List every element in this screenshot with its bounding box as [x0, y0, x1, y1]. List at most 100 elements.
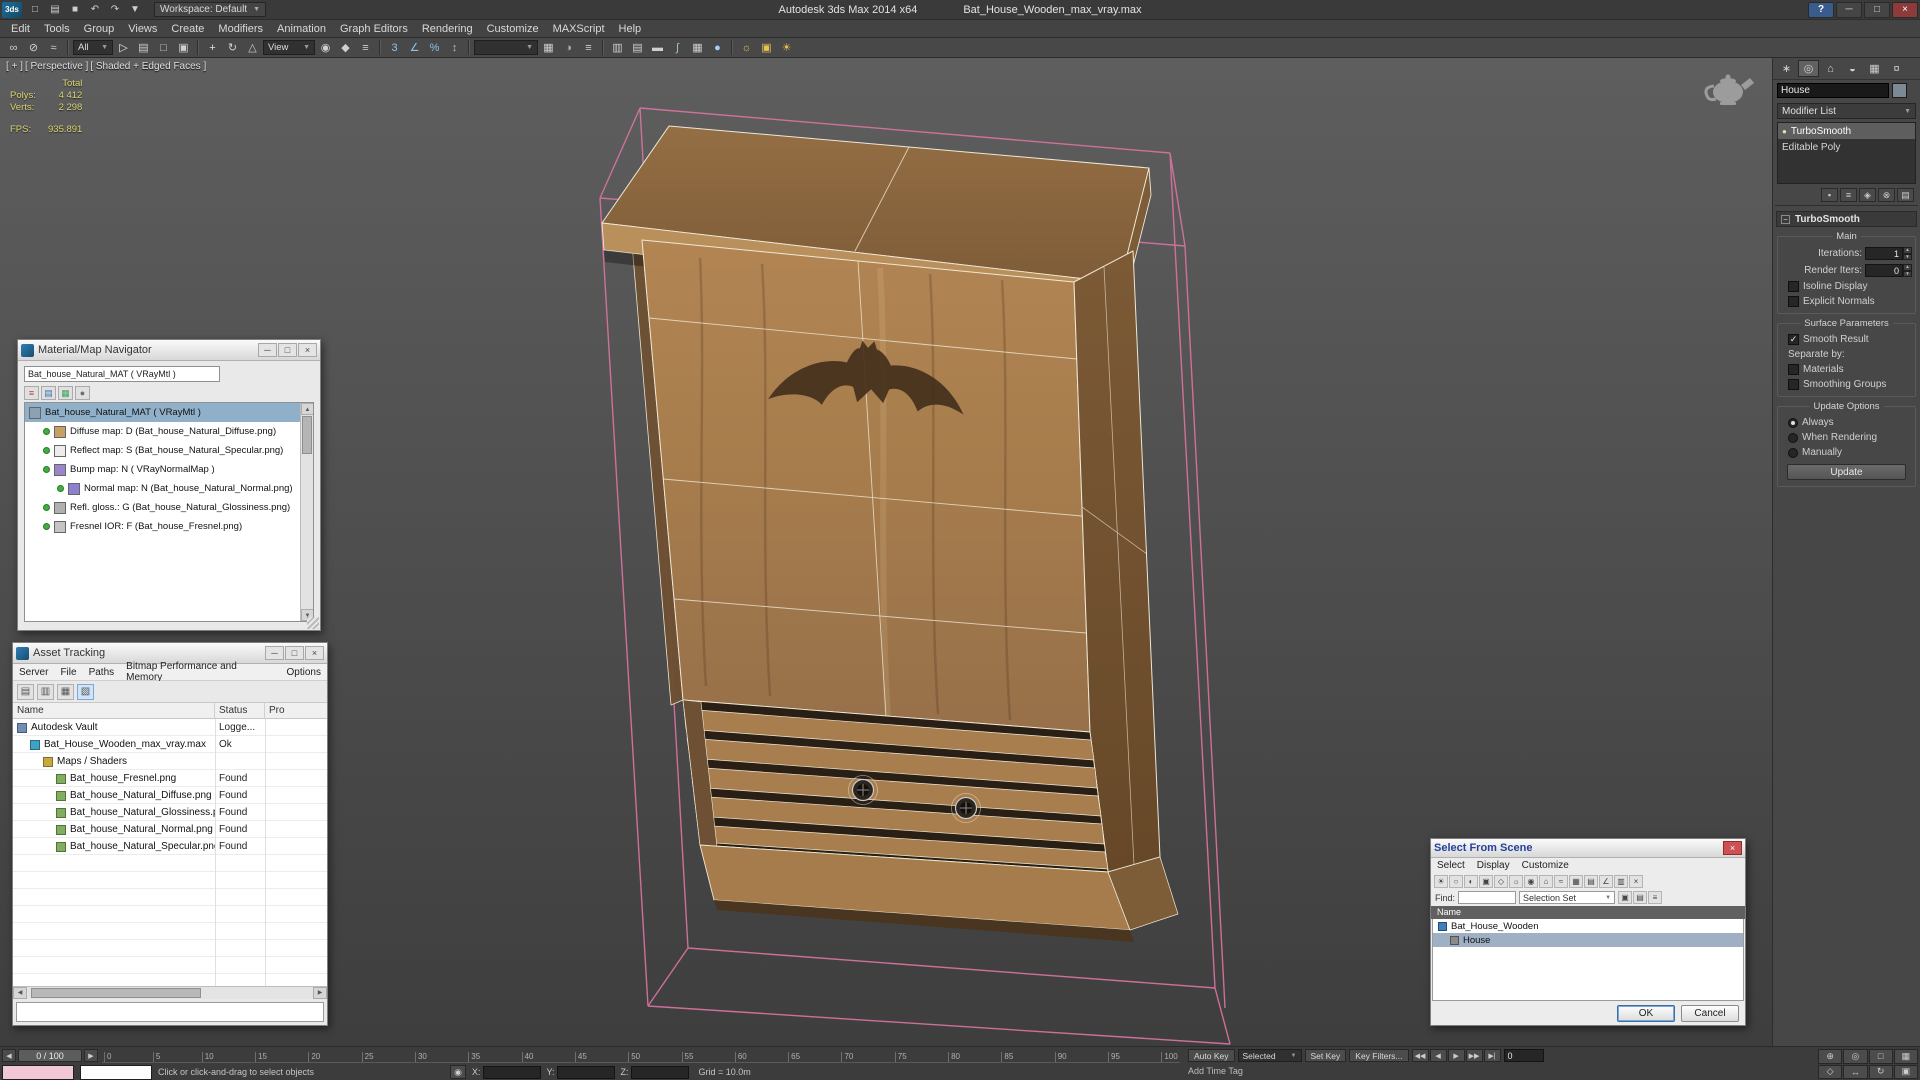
asset-row-fresnel[interactable]: Bat_house_Fresnel.png Found	[13, 770, 327, 787]
smooth-result-checkbox[interactable]	[1788, 334, 1799, 345]
display-geometry-icon[interactable]: ▣	[1479, 874, 1493, 888]
toggle-layer-explorer-icon[interactable]: ▤ ▼	[628, 39, 647, 56]
modifier-enabled-icon[interactable]: ●	[1782, 127, 1787, 136]
toggle-scene-explorer-icon[interactable]: ▥ ▼	[608, 39, 627, 56]
next-frame-icon[interactable]: ▶▶	[1465, 1049, 1483, 1062]
timeline-tick[interactable]: 55	[681, 1052, 693, 1062]
display-all-icon[interactable]: ☀	[1434, 874, 1448, 888]
select-and-move-icon[interactable]: + ▼	[203, 39, 222, 56]
select-and-manipulate-icon[interactable]: ◆ ▼	[336, 39, 355, 56]
keyboard-shortcut-override-icon[interactable]: ≡ ▼	[356, 39, 375, 56]
column-name[interactable]: Name	[13, 703, 215, 718]
find-input[interactable]	[1458, 891, 1517, 904]
named-selection-combo[interactable]: ▼	[474, 40, 538, 55]
display-none-icon[interactable]: ○	[1449, 874, 1463, 888]
scrollbar[interactable]: ▲ ▼	[300, 403, 313, 621]
scroll-right-icon[interactable]: ▶	[313, 987, 327, 999]
name-column-header[interactable]: Name	[1431, 906, 1745, 919]
previous-frame-arrow-icon[interactable]: ◀	[2, 1049, 16, 1062]
matnav-item-glossiness[interactable]: Refl. gloss.: G (Bat_house_Natural_Gloss…	[25, 498, 313, 517]
explicit-normals-checkbox[interactable]	[1788, 296, 1799, 307]
display-containers-icon[interactable]: ▥	[1614, 874, 1628, 888]
render-setup-icon[interactable]: ☼ ▼	[737, 39, 756, 56]
previous-frame-icon[interactable]: ◀	[1429, 1049, 1447, 1062]
close-button[interactable]: ×	[1723, 841, 1742, 855]
timeline-tick[interactable]: 25	[361, 1052, 374, 1062]
update-button[interactable]: Update	[1787, 464, 1906, 480]
isoline-display-checkbox[interactable]	[1788, 281, 1799, 292]
menu-rendering[interactable]: Rendering	[415, 20, 480, 38]
maxscript-mini-listener-white[interactable]	[80, 1064, 152, 1080]
show-in-viewport-icon[interactable]	[43, 428, 50, 435]
material-name-field[interactable]	[24, 366, 220, 382]
redo-icon[interactable]: ↷	[106, 2, 124, 17]
toolbar-separator[interactable]: ▼	[64, 40, 72, 55]
select-and-rotate-icon[interactable]: ↻ ▼	[223, 39, 242, 56]
horizontal-scrollbar[interactable]: ◀ ▶	[13, 986, 327, 999]
menu-tools[interactable]: Tools	[37, 20, 77, 38]
timeline-tick[interactable]: 35	[468, 1052, 480, 1062]
unlink-selection-icon[interactable]: ⊘ ▼	[24, 39, 43, 56]
scene-row-bat-house-wooden[interactable]: Bat_House_Wooden	[1433, 919, 1743, 933]
open-file-icon[interactable]: ▤	[46, 2, 64, 17]
timeline-tick[interactable]: 10	[201, 1052, 214, 1062]
display-xrefs-icon[interactable]: ▤	[1584, 874, 1598, 888]
mirror-icon[interactable]: ◑ ▼	[559, 39, 578, 56]
menu-graph-editors[interactable]: Graph Editors	[333, 20, 415, 38]
scroll-left-icon[interactable]: ◀	[13, 987, 27, 999]
view-large-icons-icon[interactable]: ▦	[58, 386, 73, 400]
display-invert-icon[interactable]: ◐	[1464, 874, 1478, 888]
application-menu-button[interactable]: 3ds	[2, 1, 22, 18]
pin-stack-icon[interactable]: ▪	[1821, 188, 1838, 202]
minimize-button[interactable]: ─	[265, 646, 284, 660]
scene-row-house[interactable]: House	[1433, 933, 1743, 947]
maximize-button[interactable]: □	[278, 343, 297, 357]
make-unique-icon[interactable]: ◈	[1859, 188, 1876, 202]
current-frame-field[interactable]	[1503, 1049, 1544, 1062]
timeline-tick[interactable]: 0	[104, 1052, 111, 1062]
timeline-tick[interactable]: 100	[1161, 1052, 1178, 1062]
add-time-tag[interactable]: Add Time Tag	[1188, 1066, 1243, 1076]
show-in-viewport-icon[interactable]	[43, 504, 50, 511]
edit-named-selections-icon[interactable]: ▦ ▼	[539, 39, 558, 56]
workspace-dropdown[interactable]: Workspace: Default ▼	[154, 2, 267, 17]
always-radio[interactable]	[1788, 417, 1798, 428]
stack-item-turbosmooth[interactable]: ● TurboSmooth	[1778, 123, 1915, 139]
turbosmooth-rollout-header[interactable]: − TurboSmooth	[1776, 211, 1917, 227]
column-status[interactable]: Status	[215, 703, 265, 718]
maxscript-mini-listener-pink[interactable]	[2, 1064, 74, 1080]
play-icon[interactable]: ▶	[1447, 1049, 1465, 1062]
modifier-list-dropdown[interactable]: Modifier List ▼	[1777, 103, 1916, 119]
undo-icon[interactable]: ↶	[86, 2, 104, 17]
timeline-tick[interactable]: 50	[628, 1052, 640, 1062]
at-table-view-icon[interactable]: ▧	[77, 683, 94, 700]
toolbar-separator[interactable]: ▼	[465, 40, 473, 55]
select-by-name-icon[interactable]: ▤ ▼	[134, 39, 153, 56]
matnav-item-diffuse[interactable]: Diffuse map: D (Bat_house_Natural_Diffus…	[25, 422, 313, 441]
remove-modifier-icon[interactable]: ⊗	[1878, 188, 1895, 202]
timeline-tick[interactable]: 15	[255, 1052, 267, 1062]
asset-row-diffuse[interactable]: Bat_house_Natural_Diffuse.png Found	[13, 787, 327, 804]
timeline-tick[interactable]: 40	[521, 1052, 534, 1062]
viewport-general-menu[interactable]: [ + ]	[6, 61, 23, 72]
pan-icon[interactable]: ↔	[1843, 1064, 1868, 1079]
timeline-tick[interactable]: 90	[1054, 1052, 1067, 1062]
display-frozen-icon[interactable]: ×	[1629, 874, 1643, 888]
stack-item-editable-poly[interactable]: ● Editable Poly	[1778, 139, 1915, 155]
sfs-lock-icon[interactable]: ▤	[1633, 891, 1648, 904]
at-menu-options[interactable]: Options	[281, 667, 327, 678]
select-from-scene-title-bar[interactable]: Select From Scene ×	[1431, 839, 1745, 858]
go-to-start-icon[interactable]: ◀◀	[1411, 1049, 1429, 1062]
rectangular-selection-region-icon[interactable]: □ ▼	[154, 39, 173, 56]
timeline-tick[interactable]: 20	[308, 1052, 320, 1062]
menu-maxscript[interactable]: MAXScript	[546, 20, 612, 38]
maximize-viewport-icon[interactable]: ▣	[1893, 1064, 1918, 1079]
modify-tab-icon[interactable]: ◎	[1798, 60, 1819, 77]
set-key-button[interactable]: Set Key	[1304, 1049, 1347, 1062]
at-menu-server[interactable]: Server	[13, 667, 54, 678]
matnav-item-material[interactable]: Bat_house_Natural_MAT ( VRayMtl )	[25, 403, 313, 422]
auto-key-button[interactable]: Auto Key	[1188, 1049, 1235, 1062]
at-menu-paths[interactable]: Paths	[83, 667, 121, 678]
curve-editor-icon[interactable]: ∫ ▼	[668, 39, 687, 56]
toggle-ribbon-icon[interactable]: ▬ ▼	[648, 39, 667, 56]
